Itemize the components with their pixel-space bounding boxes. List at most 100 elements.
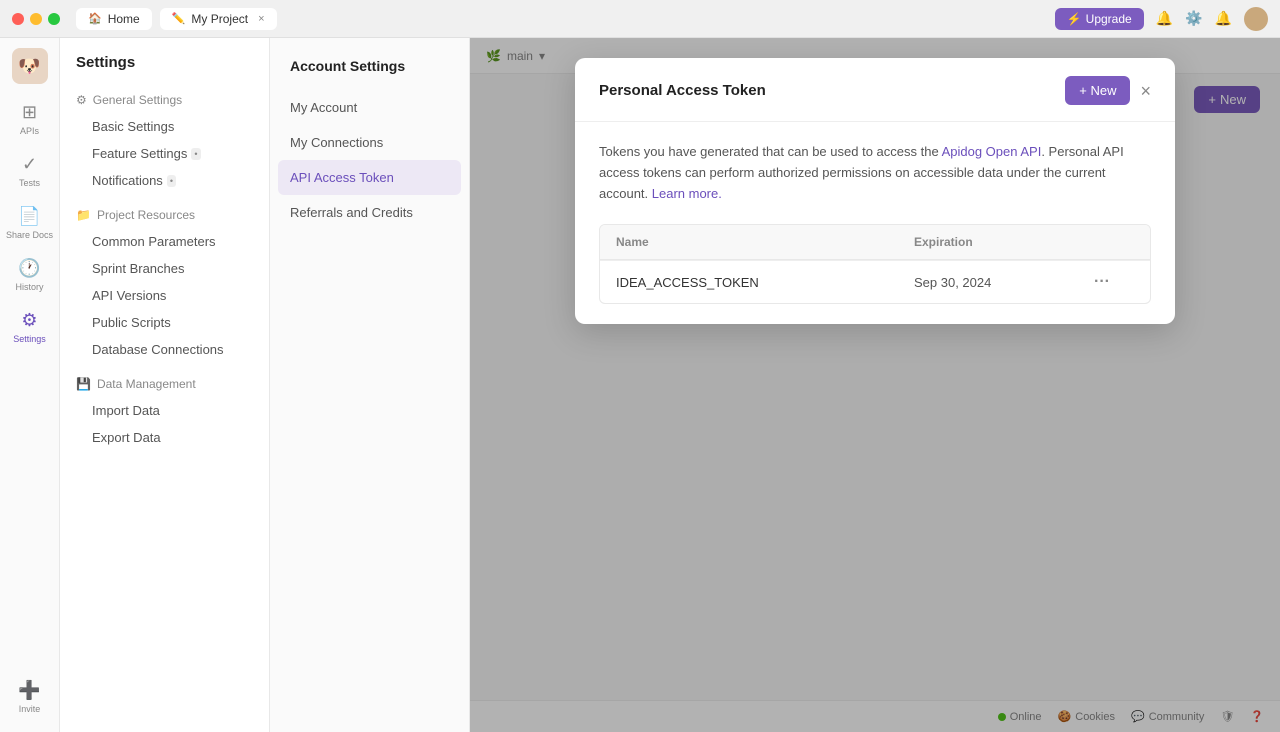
invite-label: Invite: [19, 704, 41, 714]
personal-access-token-modal: Personal Access Token + New × Tokens you…: [575, 58, 1175, 324]
sidebar-item-settings[interactable]: ⚙ Settings: [0, 302, 59, 352]
settings-item-export[interactable]: Export Data: [60, 424, 269, 451]
api-access-token-label: API Access Token: [290, 170, 394, 185]
col-actions-header: [1094, 235, 1134, 249]
tab-close-button[interactable]: ×: [258, 13, 264, 25]
settings-item-basic[interactable]: Basic Settings: [60, 113, 269, 140]
upgrade-icon: ⚡: [1067, 12, 1082, 26]
settings-item-feature[interactable]: Feature Settings •: [60, 140, 269, 167]
edit-icon: ✏️: [172, 12, 186, 25]
settings-item-db-connections[interactable]: Database Connections: [60, 336, 269, 363]
common-parameters-label: Common Parameters: [92, 234, 216, 249]
invite-icon: ➕: [18, 680, 40, 701]
basic-settings-label: Basic Settings: [92, 119, 174, 134]
history-icon: 🕐: [18, 258, 40, 279]
notifications-label: Notifications: [92, 173, 163, 188]
data-icon: 💾: [76, 377, 91, 391]
close-traffic-light[interactable]: [12, 13, 24, 25]
sidebar-item-apis[interactable]: ⊞ APIs: [0, 94, 59, 144]
modal-header: Personal Access Token + New ×: [575, 58, 1175, 122]
sidebar-item-tests[interactable]: ✓ Tests: [0, 146, 59, 196]
main-content: 🌿 main ▾ + New Personal Access Token + N…: [470, 38, 1280, 732]
settings-icon[interactable]: ⚙️: [1185, 10, 1202, 27]
col-expiration-header: Expiration: [914, 235, 1094, 249]
modal-title: Personal Access Token: [599, 82, 766, 99]
history-label: History: [15, 282, 43, 292]
titlebar-right: ⚡ Upgrade 🔔 ⚙️ 🔔: [1055, 7, 1268, 31]
modal-description: Tokens you have generated that can be us…: [599, 142, 1151, 204]
settings-item-common-params[interactable]: Common Parameters: [60, 228, 269, 255]
referrals-credits-label: Referrals and Credits: [290, 205, 413, 220]
maximize-traffic-light[interactable]: [48, 13, 60, 25]
settings-sidebar: Settings ⚙ General Settings Basic Settin…: [60, 38, 270, 732]
notifications-badge: •: [167, 175, 176, 187]
feature-settings-badge: •: [191, 148, 200, 160]
import-data-label: Import Data: [92, 403, 160, 418]
modal-body: Tokens you have generated that can be us…: [575, 122, 1175, 324]
my-connections-label: My Connections: [290, 135, 383, 150]
token-table-header: Name Expiration: [600, 225, 1150, 260]
app-layout: 🐶 ⊞ APIs ✓ Tests 📄 Share Docs 🕐 History …: [0, 38, 1280, 732]
user-avatar[interactable]: [1244, 7, 1268, 31]
tests-label: Tests: [19, 178, 40, 188]
feature-settings-label: Feature Settings: [92, 146, 187, 161]
api-versions-label: API Versions: [92, 288, 166, 303]
account-nav-api-access-token[interactable]: API Access Token: [278, 160, 461, 195]
token-actions-button[interactable]: ···: [1094, 273, 1134, 291]
traffic-lights: [12, 13, 60, 25]
sprint-branches-label: Sprint Branches: [92, 261, 185, 276]
token-expiry: Sep 30, 2024: [914, 275, 1094, 290]
notification-icon[interactable]: 🔔: [1215, 10, 1232, 27]
folder-icon: 📁: [76, 208, 91, 222]
sidebar-item-history[interactable]: 🕐 History: [0, 250, 59, 300]
settings-item-public-scripts[interactable]: Public Scripts: [60, 309, 269, 336]
modal-close-button[interactable]: ×: [1140, 82, 1151, 100]
bell-icon[interactable]: 🔔: [1156, 10, 1173, 27]
sidebar-item-share-docs[interactable]: 📄 Share Docs: [0, 198, 59, 248]
account-nav-referrals[interactable]: Referrals and Credits: [270, 195, 469, 230]
section-project-resources: 📁 Project Resources: [60, 202, 269, 228]
share-docs-icon: 📄: [18, 206, 40, 227]
sidebar-item-invite[interactable]: ➕ Invite: [0, 672, 59, 722]
general-settings-label: General Settings: [93, 93, 182, 107]
account-panel-title: Account Settings: [270, 58, 469, 90]
settings-item-api-versions[interactable]: API Versions: [60, 282, 269, 309]
home-tab[interactable]: 🏠 Home: [76, 8, 152, 30]
table-row: IDEA_ACCESS_TOKEN Sep 30, 2024 ···: [600, 260, 1150, 303]
token-table: Name Expiration IDEA_ACCESS_TOKEN Sep 30…: [599, 224, 1151, 304]
tests-icon: ✓: [22, 154, 37, 175]
gear-icon: ⚙: [76, 93, 87, 107]
new-token-label: + New: [1079, 83, 1116, 98]
apis-label: APIs: [20, 126, 39, 136]
data-management-label: Data Management: [97, 377, 196, 391]
export-data-label: Export Data: [92, 430, 161, 445]
project-resources-label: Project Resources: [97, 208, 195, 222]
home-tab-label: Home: [108, 12, 140, 26]
database-connections-label: Database Connections: [92, 342, 224, 357]
account-panel: Account Settings My Account My Connectio…: [270, 38, 470, 732]
settings-item-notifications[interactable]: Notifications •: [60, 167, 269, 194]
upgrade-label: Upgrade: [1086, 12, 1132, 26]
minimize-traffic-light[interactable]: [30, 13, 42, 25]
api-link[interactable]: Apidog Open API: [942, 144, 1042, 159]
new-token-button[interactable]: + New: [1065, 76, 1130, 105]
icon-sidebar: 🐶 ⊞ APIs ✓ Tests 📄 Share Docs 🕐 History …: [0, 38, 60, 732]
learn-more-link[interactable]: Learn more.: [652, 186, 722, 201]
settings-item-sprint-branches[interactable]: Sprint Branches: [60, 255, 269, 282]
modal-overlay: Personal Access Token + New × Tokens you…: [470, 38, 1280, 732]
upgrade-button[interactable]: ⚡ Upgrade: [1055, 8, 1144, 30]
account-nav-my-connections[interactable]: My Connections: [270, 125, 469, 160]
col-name-header: Name: [616, 235, 914, 249]
my-account-label: My Account: [290, 100, 357, 115]
settings-item-import[interactable]: Import Data: [60, 397, 269, 424]
section-data-management: 💾 Data Management: [60, 371, 269, 397]
public-scripts-label: Public Scripts: [92, 315, 171, 330]
home-tab-icon: 🏠: [88, 12, 102, 25]
section-general-settings: ⚙ General Settings: [60, 87, 269, 113]
account-nav-my-account[interactable]: My Account: [270, 90, 469, 125]
titlebar: 🏠 Home ✏️ My Project × ⚡ Upgrade 🔔 ⚙️ 🔔: [0, 0, 1280, 38]
modal-header-right: + New ×: [1065, 76, 1151, 105]
project-avatar[interactable]: 🐶: [12, 48, 48, 84]
my-project-tab[interactable]: ✏️ My Project ×: [160, 8, 277, 30]
settings-label: Settings: [13, 334, 46, 344]
